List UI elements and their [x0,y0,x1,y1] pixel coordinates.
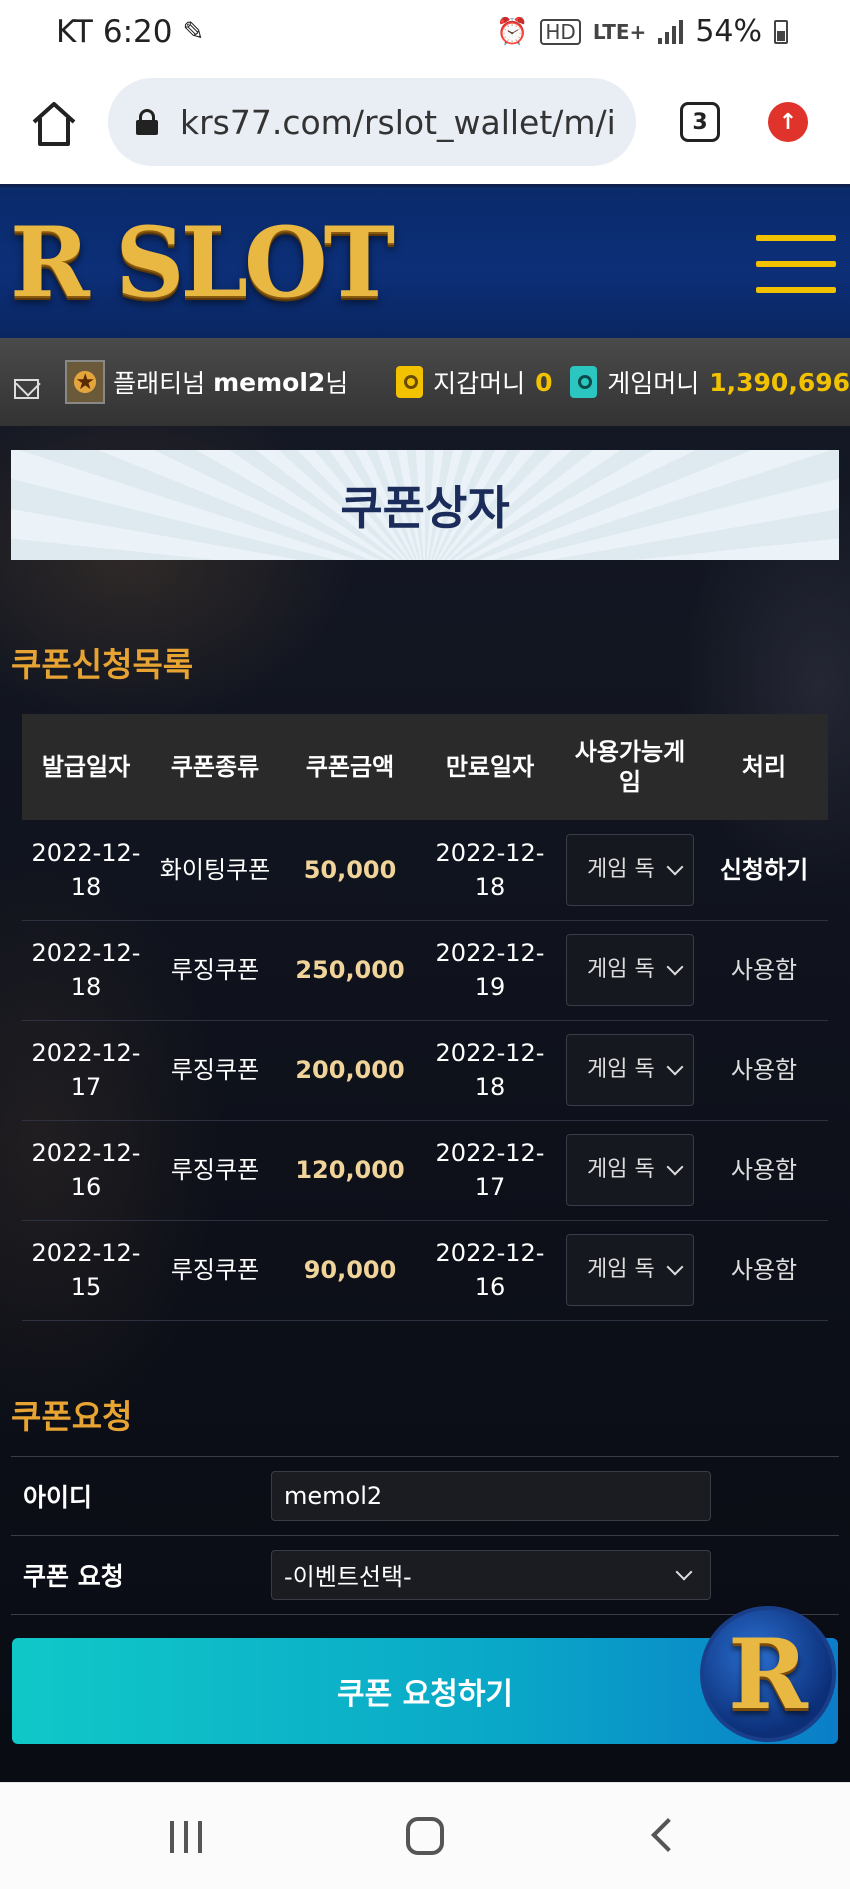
main-content: 쿠폰상자 쿠폰신청목록 발급일자 쿠폰종류 쿠폰금액 만료일자 사용가능게임 처… [0,426,850,1782]
recent-apps-icon[interactable] [170,1821,202,1853]
chevron-down-icon [666,858,684,876]
clock: 6:20 [102,14,173,50]
status-used: 사용함 [700,1220,828,1321]
table-row: 2022-12-17 루징쿠폰 200,000 2022-12-18 게임 독 … [22,1020,828,1121]
issued-date: 2022-12-16 [22,1120,150,1221]
header-expires: 만료일자 [420,714,560,820]
game-money-value: 1,390,696 [709,367,850,397]
table-row: 2022-12-18 루징쿠폰 250,000 2022-12-19 게임 독 … [22,920,828,1021]
r-logo-floating-button[interactable]: R [700,1606,836,1742]
url-text: krs77.com/rslot_wallet/m/i [180,102,616,142]
table-header-row: 발급일자 쿠폰종류 쿠폰금액 만료일자 사용가능게임 처리 [22,714,828,820]
status-bar: KT 6:20 ✎ ⏰ HD LTE+ 54% [0,0,850,72]
id-row: 아이디 memol2 [11,1456,839,1534]
coupon-amount: 200,000 [280,1020,420,1121]
coupon-table: 발급일자 쿠폰종류 쿠폰금액 만료일자 사용가능게임 처리 2022-12-18… [22,714,828,1321]
coupon-request-title: 쿠폰요청 [11,1397,133,1436]
mail-icon[interactable] [14,379,40,399]
table-row: 2022-12-16 루징쿠폰 120,000 2022-12-17 게임 독 … [22,1120,828,1221]
site-header: R SLOT [0,184,850,338]
game-money-label: 게임머니 [607,369,700,398]
signal-icon [658,19,684,44]
chevron-down-icon [666,1158,684,1176]
hd-icon: HD [540,18,581,45]
apply-link[interactable]: 신청하기 [700,820,828,921]
user-info-bar: ★ 플래티넘 memol2 님 지갑머니 0 게임머니 1,390,696 [0,338,850,426]
table-row: 2022-12-18 화이팅쿠폰 50,000 2022-12-18 게임 독 … [22,820,828,921]
coupon-type: 루징쿠폰 [150,920,280,1021]
system-nav-bar [0,1782,850,1889]
expiry-date: 2022-12-19 [420,920,560,1021]
carrier-label: KT [56,14,93,50]
network-label: LTE+ [592,19,647,44]
status-used: 사용함 [700,1120,828,1221]
lock-icon [136,109,158,135]
game-select[interactable]: 게임 독 [566,934,694,1006]
event-select[interactable]: -이벤트선택- [271,1549,711,1600]
coupon-type: 루징쿠폰 [150,1120,280,1221]
home-nav-icon[interactable] [406,1817,444,1855]
hamburger-menu-icon[interactable] [756,235,836,295]
coupon-amount: 250,000 [280,920,420,1021]
coupon-list-title: 쿠폰신청목록 [11,645,194,684]
pen-icon: ✎ [182,17,205,47]
header-game: 사용가능게임 [560,714,700,820]
expiry-date: 2022-12-16 [420,1220,560,1321]
coupon-type: 루징쿠폰 [150,1020,280,1121]
status-used: 사용함 [700,920,828,1021]
address-bar[interactable]: krs77.com/rslot_wallet/m/i [108,78,636,166]
battery-percent: 54% [695,14,762,49]
chevron-down-icon [666,1058,684,1076]
issued-date: 2022-12-18 [22,920,150,1021]
id-label: 아이디 [23,1482,93,1512]
chevron-down-icon [675,1563,693,1580]
request-row: 쿠폰 요청 -이벤트선택- [11,1535,839,1613]
game-select[interactable]: 게임 독 [566,833,694,906]
page-title: 쿠폰상자 [340,481,510,535]
expiry-date: 2022-12-18 [420,1020,560,1121]
rank-badge-icon: ★ [65,360,106,404]
header-action: 처리 [700,714,828,820]
request-label: 쿠폰 요청 [23,1561,124,1591]
issued-date: 2022-12-17 [22,1020,150,1121]
coupon-amount: 120,000 [280,1120,420,1221]
site-logo[interactable]: R SLOT [10,215,395,311]
coupon-type: 루징쿠폰 [150,1220,280,1321]
header-issued: 발급일자 [22,714,150,820]
username-suffix: 님 [325,369,349,398]
id-field[interactable]: memol2 [271,1470,711,1521]
chevron-down-icon [666,958,684,976]
username: memol2 [213,367,326,397]
header-type: 쿠폰종류 [150,714,280,820]
coupon-type: 화이팅쿠폰 [150,820,280,921]
coupon-amount: 90,000 [280,1220,420,1321]
wallet-icon [396,366,424,398]
back-icon[interactable] [651,1818,685,1852]
game-money-icon [570,366,598,398]
status-used: 사용함 [700,1020,828,1121]
issued-date: 2022-12-18 [22,820,150,921]
home-icon[interactable] [28,98,80,150]
expiry-date: 2022-12-18 [420,820,560,921]
table-row: 2022-12-15 루징쿠폰 90,000 2022-12-16 게임 독 사… [22,1220,828,1321]
update-icon[interactable]: ↑ [768,102,808,142]
divider [11,1614,839,1615]
page-banner: 쿠폰상자 [11,450,839,560]
wallet-money-value: 0 [535,367,553,397]
coupon-amount: 50,000 [280,820,420,921]
user-rank: 플래티넘 [113,369,206,398]
expiry-date: 2022-12-17 [420,1120,560,1221]
game-select[interactable]: 게임 독 [566,1134,694,1206]
browser-toolbar: krs77.com/rslot_wallet/m/i 3 ↑ [0,72,850,184]
game-select[interactable]: 게임 독 [566,1234,694,1306]
game-select[interactable]: 게임 독 [566,1034,694,1106]
battery-icon [774,19,788,44]
wallet-money-label: 지갑머니 [433,369,526,398]
issued-date: 2022-12-15 [22,1220,150,1321]
alarm-icon: ⏰ [495,16,529,47]
tabs-button[interactable]: 3 [680,102,720,142]
chevron-down-icon [666,1258,684,1276]
header-amount: 쿠폰금액 [280,714,420,820]
